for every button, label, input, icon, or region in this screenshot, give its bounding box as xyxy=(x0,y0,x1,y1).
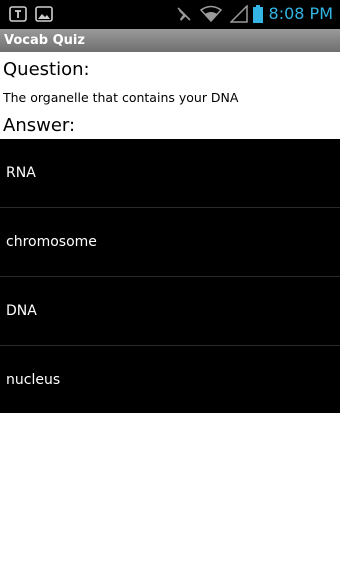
mute-icon xyxy=(175,5,193,23)
battery-icon xyxy=(252,5,264,23)
cell-signal-icon xyxy=(229,4,248,23)
answer-label: nucleus xyxy=(6,372,61,388)
answer-label: DNA xyxy=(6,303,37,319)
answer-list: RNA chromosome DNA nucleus xyxy=(0,139,340,413)
app-title: Vocab Quiz xyxy=(4,33,85,48)
question-heading: Question: xyxy=(3,59,90,80)
title-bar: Vocab Quiz xyxy=(0,29,340,52)
wifi-icon xyxy=(199,5,223,23)
answer-option-dna[interactable]: DNA xyxy=(0,277,340,346)
answer-label: RNA xyxy=(6,165,36,181)
answer-heading: Answer: xyxy=(3,115,76,136)
answer-option-rna[interactable]: RNA xyxy=(0,139,340,208)
status-bar: 8:08 PM xyxy=(0,0,340,29)
text-notification-icon xyxy=(9,5,27,23)
status-time: 8:08 PM xyxy=(268,4,333,23)
gallery-notification-icon xyxy=(35,5,53,23)
answer-option-nucleus[interactable]: nucleus xyxy=(0,346,340,414)
answer-option-chromosome[interactable]: chromosome xyxy=(0,208,340,277)
question-text: The organelle that contains your DNA xyxy=(3,90,239,105)
answer-label: chromosome xyxy=(6,234,97,250)
